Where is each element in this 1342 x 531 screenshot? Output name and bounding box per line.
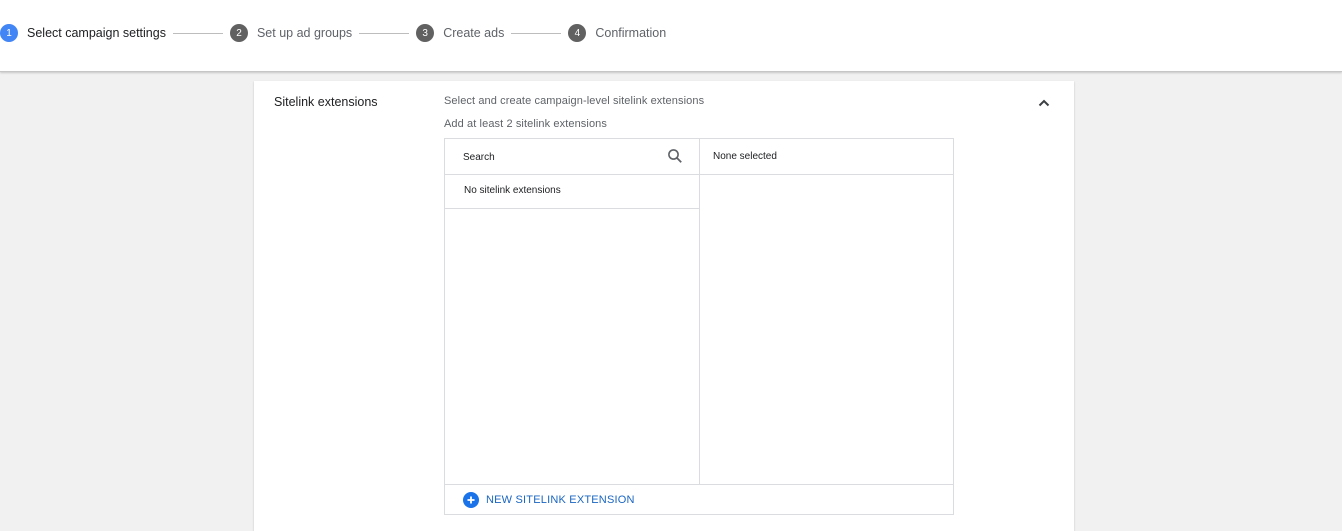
step-3-number: 3	[416, 24, 435, 42]
step-2[interactable]: 2 Set up ad groups	[229, 24, 353, 42]
collapse-section-button[interactable]	[1034, 95, 1054, 111]
step-connector	[359, 32, 410, 34]
sitelink-picker: No sitelink extensions None selected NEW…	[444, 138, 954, 515]
chevron-up-icon	[1038, 99, 1050, 107]
step-4-label: Confirmation	[595, 26, 667, 40]
picker-footer: NEW SITELINK EXTENSION	[445, 484, 953, 515]
step-1-number: 1	[0, 24, 18, 42]
selected-count-text: None selected	[713, 151, 777, 162]
sitelink-extensions-card: Sitelink extensions Select and create ca…	[254, 81, 1074, 531]
plus-circle-icon	[463, 492, 479, 508]
step-3-label: Create ads	[443, 26, 505, 40]
step-1-label: Select campaign settings	[27, 26, 166, 40]
step-3[interactable]: 3 Create ads	[416, 24, 504, 42]
step-1[interactable]: 1 Select campaign settings	[0, 24, 166, 42]
available-pane: No sitelink extensions	[445, 139, 700, 484]
new-sitelink-extension-button[interactable]: NEW SITELINK EXTENSION	[463, 492, 635, 508]
top-bar: 1 Select campaign settings 2 Set up ad g…	[0, 0, 1342, 72]
selected-header: None selected	[700, 139, 954, 175]
section-description: Select and create campaign-level sitelin…	[444, 95, 705, 107]
list-item: No sitelink extensions	[445, 174, 699, 209]
step-2-label: Set up ad groups	[256, 26, 353, 40]
selected-pane: None selected	[700, 139, 954, 484]
section-title: Sitelink extensions	[274, 95, 378, 109]
step-4-number: 4	[568, 24, 587, 42]
search-icon[interactable]	[667, 148, 683, 164]
search-row	[445, 139, 699, 175]
empty-list-text: No sitelink extensions	[464, 185, 561, 196]
step-2-number: 2	[229, 24, 248, 42]
new-sitelink-extension-label: NEW SITELINK EXTENSION	[486, 494, 635, 506]
section-hint: Add at least 2 sitelink extensions	[444, 118, 607, 130]
step-connector	[172, 32, 223, 34]
progress-stepper: 1 Select campaign settings 2 Set up ad g…	[0, 24, 666, 42]
step-4[interactable]: 4 Confirmation	[568, 24, 666, 42]
step-connector	[511, 32, 562, 34]
search-input[interactable]	[463, 148, 658, 166]
